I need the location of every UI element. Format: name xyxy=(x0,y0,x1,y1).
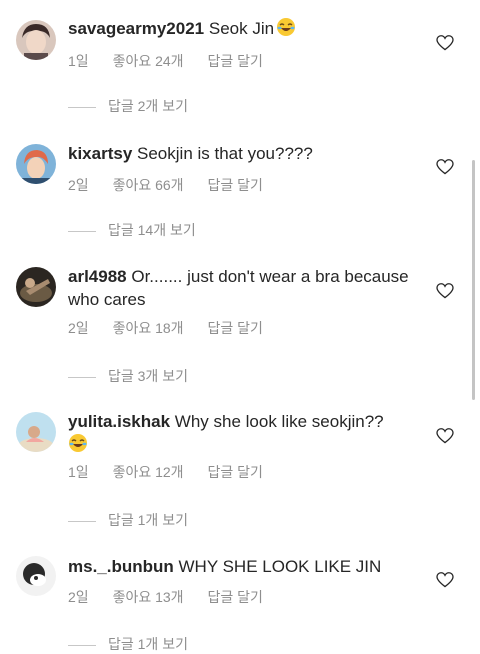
comment-text: yulita.iskhak Why she look like seokjin?… xyxy=(68,410,418,456)
heart-icon[interactable] xyxy=(436,572,454,588)
comment-time: 2일 xyxy=(68,177,89,193)
comment-body: WHY SHE LOOK LIKE JIN xyxy=(178,557,382,576)
comment-likes[interactable]: 좋아요 24개 xyxy=(113,51,184,71)
heart-icon[interactable] xyxy=(436,159,454,175)
comment-meta: 1일 좋아요 12개 답글 달기 xyxy=(68,462,263,482)
comment-body: Why she look like seokjin?? xyxy=(174,412,384,431)
heart-icon[interactable] xyxy=(436,283,454,299)
view-replies-label: 답글 2개 보기 xyxy=(108,98,188,114)
view-replies-button[interactable]: 답글 1개 보기 xyxy=(68,510,188,530)
comment-username[interactable]: ms._.bunbun xyxy=(68,557,174,576)
comment-username[interactable]: kixartsy xyxy=(68,144,132,163)
laughing-emoji-icon xyxy=(69,434,87,452)
scrollbar[interactable] xyxy=(472,160,475,400)
comment-likes[interactable]: 좋아요 12개 xyxy=(113,462,184,482)
avatar[interactable] xyxy=(16,144,56,184)
comment-time: 1일 xyxy=(68,53,89,69)
heart-icon[interactable] xyxy=(436,35,454,51)
replies-divider xyxy=(68,520,96,522)
view-replies-button[interactable]: 답글 14개 보기 xyxy=(68,220,196,240)
reply-button[interactable]: 답글 달기 xyxy=(207,318,262,338)
comment-time: 2일 xyxy=(68,320,89,336)
comment-username[interactable]: yulita.iskhak xyxy=(68,412,170,431)
reply-button[interactable]: 답글 달기 xyxy=(207,51,262,71)
comment-username[interactable]: arl4988 xyxy=(68,267,127,286)
comment-meta: 1일 좋아요 24개 답글 달기 xyxy=(68,51,263,71)
view-replies-label: 답글 1개 보기 xyxy=(108,512,188,528)
avatar[interactable] xyxy=(16,267,56,307)
comment-username[interactable]: savagearmy2021 xyxy=(68,19,204,38)
view-replies-button[interactable]: 답글 2개 보기 xyxy=(68,96,188,116)
comment-likes[interactable]: 좋아요 13개 xyxy=(113,587,184,607)
comment-time: 1일 xyxy=(68,464,89,480)
replies-divider xyxy=(68,106,96,108)
replies-divider xyxy=(68,644,96,646)
view-replies-button[interactable]: 답글 3개 보기 xyxy=(68,366,188,386)
comment-meta: 2일 좋아요 13개 답글 달기 xyxy=(68,587,263,607)
reply-button[interactable]: 답글 달기 xyxy=(207,587,262,607)
view-replies-button[interactable]: 답글 1개 보기 xyxy=(68,634,188,654)
replies-divider xyxy=(68,230,96,232)
comment-meta: 2일 좋아요 18개 답글 달기 xyxy=(68,318,263,338)
replies-divider xyxy=(68,376,96,378)
comment-text: ms._.bunbun WHY SHE LOOK LIKE JIN xyxy=(68,555,418,578)
comment-meta: 2일 좋아요 66개 답글 달기 xyxy=(68,175,263,195)
view-replies-label: 답글 14개 보기 xyxy=(108,222,196,238)
comment-text: arl4988 Or....... just don't wear a bra … xyxy=(68,265,418,311)
avatar[interactable] xyxy=(16,20,56,60)
laughing-emoji-icon xyxy=(277,18,296,36)
comment-body: Seok Jin xyxy=(208,19,275,38)
avatar[interactable] xyxy=(16,412,56,452)
heart-icon[interactable] xyxy=(436,428,454,444)
view-replies-label: 답글 3개 보기 xyxy=(108,368,188,384)
comment-likes[interactable]: 좋아요 18개 xyxy=(113,318,184,338)
avatar[interactable] xyxy=(16,556,56,596)
comment-text: savagearmy2021 Seok Jin xyxy=(68,17,418,40)
comment-body: Seokjin is that you???? xyxy=(137,144,313,163)
comment-time: 2일 xyxy=(68,589,89,605)
comment-text: kixartsy Seokjin is that you???? xyxy=(68,142,418,165)
reply-button[interactable]: 답글 달기 xyxy=(207,175,262,195)
reply-button[interactable]: 답글 달기 xyxy=(207,462,262,482)
comment-likes[interactable]: 좋아요 66개 xyxy=(113,175,184,195)
